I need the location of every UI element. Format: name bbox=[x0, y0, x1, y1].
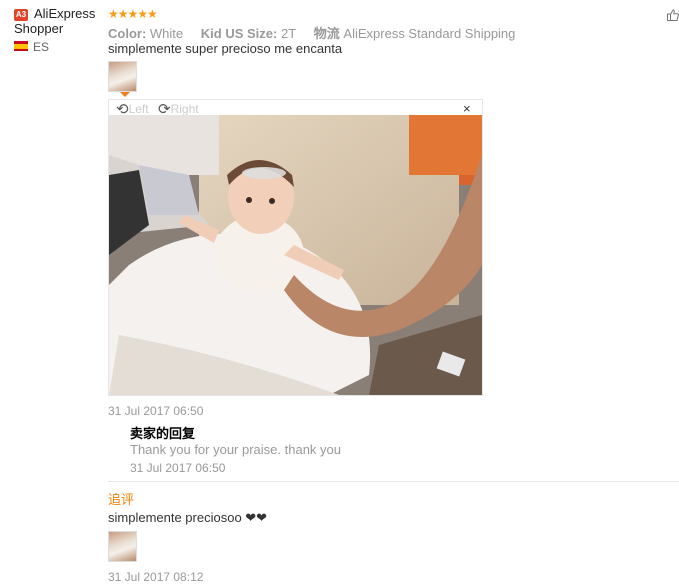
seller-reply-date: 31 Jul 2017 06:50 bbox=[130, 461, 226, 475]
rotate-left-label: Left bbox=[128, 102, 149, 116]
reviewer-country: ES bbox=[33, 40, 50, 54]
shipping-value: AliExpress Standard Shipping bbox=[343, 26, 516, 41]
size-label: Kid US Size: bbox=[200, 26, 278, 41]
color-label: Color: bbox=[108, 26, 147, 41]
review-photo-large bbox=[109, 115, 482, 395]
star-rating: ★★★★★ bbox=[108, 7, 158, 21]
seller-reply-text: Thank you for your praise. thank you bbox=[130, 442, 342, 457]
close-viewer-button[interactable]: × bbox=[463, 101, 471, 116]
additional-review-title: 追评 bbox=[108, 492, 135, 507]
shipping-label: 物流 bbox=[313, 26, 340, 41]
color-value: White bbox=[149, 26, 184, 41]
size-value: 2T bbox=[280, 26, 297, 41]
order-attributes: Color: White Kid US Size: 2T 物流 AliExpre… bbox=[108, 23, 515, 42]
reviewer-name: AliExpress Shopper bbox=[14, 6, 96, 36]
review-text: simplemente super precioso me encanta bbox=[108, 41, 343, 56]
seller-reply-title: 卖家的回复 bbox=[130, 426, 196, 441]
thumbs-up-icon[interactable] bbox=[667, 9, 679, 21]
additional-review-date: 31 Jul 2017 08:12 bbox=[108, 570, 204, 584]
spain-flag-icon bbox=[14, 41, 28, 51]
additional-review-text: simplemente preciosoo ❤❤ bbox=[108, 510, 268, 525]
rotate-right-label: Right bbox=[170, 102, 199, 116]
divider bbox=[108, 481, 679, 482]
review-photo-thumbnail[interactable] bbox=[108, 531, 137, 562]
review-date: 31 Jul 2017 06:50 bbox=[108, 404, 204, 418]
selected-thumbnail-caret bbox=[120, 92, 130, 97]
review-photo-thumbnail[interactable] bbox=[108, 61, 137, 92]
